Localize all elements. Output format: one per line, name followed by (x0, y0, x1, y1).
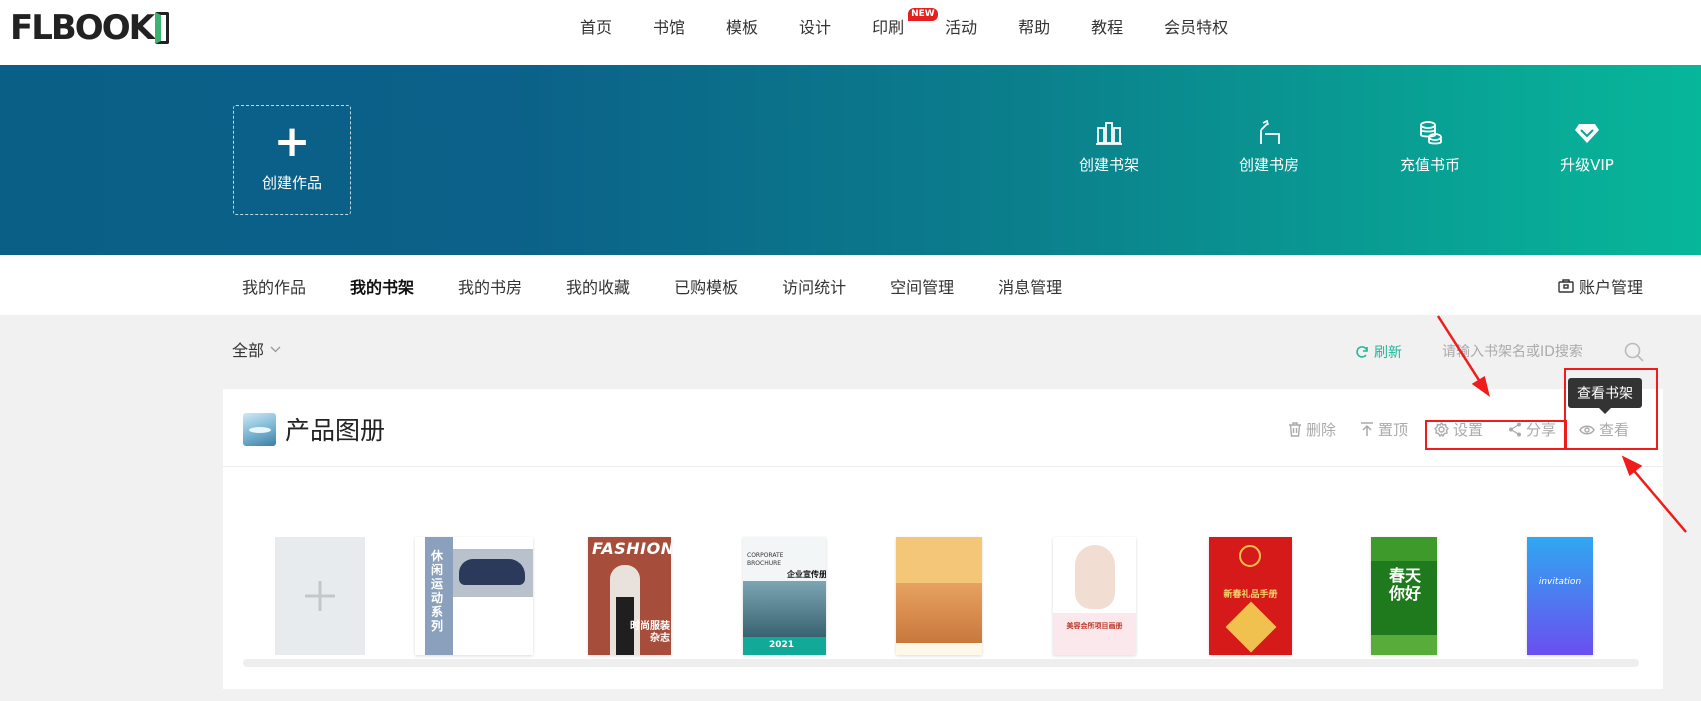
coins-icon (1420, 121, 1442, 145)
create-study-room-button[interactable]: 创建书房 (1224, 120, 1314, 175)
nav-item-templates[interactable]: 模板 (726, 14, 758, 38)
pin-top-button[interactable]: 置顶 (1360, 419, 1408, 440)
nav-item-help[interactable]: 帮助 (1018, 14, 1050, 38)
tab-my-study-room[interactable]: 我的书房 (458, 274, 522, 298)
hero-banner: + 创建作品 创建书架 创建书房 充值书币 升级VIP (0, 65, 1701, 255)
briefcase-icon (1558, 279, 1574, 293)
arrow-up-icon (1361, 422, 1373, 436)
refresh-button[interactable]: 刷新 (1355, 342, 1402, 362)
cover-leaves (1371, 537, 1437, 561)
search-icon[interactable] (1624, 342, 1644, 362)
diamond-icon (1575, 124, 1599, 143)
logo-mark-icon (154, 12, 169, 44)
book-title: 美容会所项目画册 (1066, 622, 1123, 630)
model-face (1075, 545, 1115, 609)
lantern-icon (1239, 545, 1261, 567)
book-cover[interactable]: 休闲运动系列 (415, 537, 533, 655)
create-work-label: 创建作品 (261, 174, 322, 192)
nav-item-tutorials[interactable]: 教程 (1091, 14, 1123, 38)
shelf-search-input[interactable] (1442, 338, 1642, 366)
account-management-link[interactable]: 账户管理 (1558, 274, 1643, 298)
book-cover[interactable]: invitation (1527, 537, 1593, 655)
refresh-label: 刷新 (1374, 345, 1402, 361)
recharge-coins-label: 充值书币 (1399, 156, 1460, 174)
food-photo (896, 583, 982, 643)
cover-header (896, 537, 982, 583)
book-cover[interactable] (896, 537, 982, 655)
logo-text: FLBOOK (10, 8, 155, 48)
add-book-button[interactable] (275, 537, 365, 655)
create-study-room-label: 创建书房 (1238, 156, 1299, 174)
new-badge: NEW (908, 8, 938, 21)
create-work-button[interactable]: + 创建作品 (233, 105, 351, 215)
logo[interactable]: FLBOOK (10, 8, 169, 48)
book-title: 春天你好 (1388, 566, 1421, 603)
main-nav: 首页 书馆 模板 设计 印刷 NEW 活动 帮助 教程 会员特权 (580, 8, 1269, 38)
top-navbar: FLBOOK 首页 书馆 模板 设计 印刷 NEW 活动 帮助 教程 会员特权 (0, 0, 1701, 65)
city-photo (743, 581, 826, 639)
delete-label: 删除 (1306, 421, 1337, 439)
category-filter-label: 全部 (232, 341, 265, 360)
annotation-highlight-settings-share (1425, 420, 1567, 450)
tab-visit-stats[interactable]: 访问统计 (782, 274, 846, 298)
tab-purchased-templates[interactable]: 已购模板 (674, 274, 738, 298)
nav-item-home[interactable]: 首页 (580, 14, 612, 38)
upgrade-vip-button[interactable]: 升级VIP (1542, 120, 1632, 175)
create-shelf-label: 创建书架 (1078, 156, 1139, 174)
book-subtitle: 时尚服装杂志 (630, 621, 670, 644)
account-management-label: 账户管理 (1578, 278, 1643, 297)
study-room-icon (1260, 120, 1280, 144)
tab-message-management[interactable]: 消息管理 (998, 274, 1062, 298)
nav-item-print[interactable]: 印刷 NEW (872, 8, 938, 38)
shelf-title: 产品图册 (285, 416, 386, 445)
category-filter-dropdown[interactable]: 全部 (232, 337, 281, 361)
pin-top-label: 置顶 (1378, 421, 1409, 439)
shelf-cover-thumbnail (243, 413, 276, 446)
book-cover[interactable]: 春天你好 (1371, 537, 1437, 655)
cover-grass (1371, 635, 1437, 655)
nav-item-design[interactable]: 设计 (799, 14, 831, 38)
book-title: 休闲运动系列 (431, 549, 444, 633)
tab-my-works[interactable]: 我的作品 (242, 274, 306, 298)
nav-item-member-benefits[interactable]: 会员特权 (1164, 14, 1228, 38)
cover-footer (1053, 613, 1136, 655)
book-cover[interactable]: FASHION 时尚服装杂志 (588, 537, 671, 655)
trash-icon (1289, 422, 1301, 437)
book-year: 2021 (769, 640, 795, 650)
cover-footer (896, 643, 982, 655)
gift-diamond (1225, 601, 1277, 653)
tab-space-management[interactable]: 空间管理 (890, 274, 954, 298)
book-subtitle: 企业宣传册 (787, 570, 826, 579)
nav-item-print-label: 印刷 (872, 18, 905, 37)
nav-item-activities[interactable]: 活动 (945, 14, 977, 38)
book-title: invitation (1538, 577, 1582, 587)
tab-my-shelves[interactable]: 我的书架 (350, 274, 414, 298)
book-cover[interactable]: CORPORATE BROCHURE 企业宣传册 2021 (743, 537, 826, 655)
book-title: FASHION (592, 539, 671, 558)
view-shelf-tooltip: 查看书架 (1568, 378, 1642, 414)
shoe-shape (459, 559, 525, 585)
upgrade-vip-label: 升级VIP (1560, 156, 1614, 174)
user-tabs: 我的作品 我的书架 我的书房 我的收藏 已购模板 访问统计 空间管理 消息管理 (242, 274, 1106, 298)
user-subnav: 我的作品 我的书架 我的书房 我的收藏 已购模板 访问统计 空间管理 消息管理 … (0, 255, 1701, 315)
create-shelf-button[interactable]: 创建书架 (1064, 120, 1154, 175)
refresh-icon (1356, 346, 1368, 358)
recharge-coins-button[interactable]: 充值书币 (1385, 120, 1475, 175)
shelf-icon (1096, 122, 1122, 145)
book-title: CORPORATE BROCHURE (747, 552, 784, 567)
book-title: 新春礼品手册 (1223, 590, 1278, 600)
chevron-down-icon (270, 346, 281, 352)
plus-icon (305, 581, 335, 611)
plus-icon: + (273, 116, 311, 167)
book-cover[interactable]: 美容会所项目画册 (1053, 537, 1136, 655)
nav-item-library[interactable]: 书馆 (653, 14, 685, 38)
tab-my-favorites[interactable]: 我的收藏 (566, 274, 630, 298)
horizontal-scrollbar[interactable] (243, 659, 1639, 667)
book-cover[interactable]: 新春礼品手册 (1209, 537, 1292, 655)
delete-button[interactable]: 删除 (1288, 419, 1336, 440)
